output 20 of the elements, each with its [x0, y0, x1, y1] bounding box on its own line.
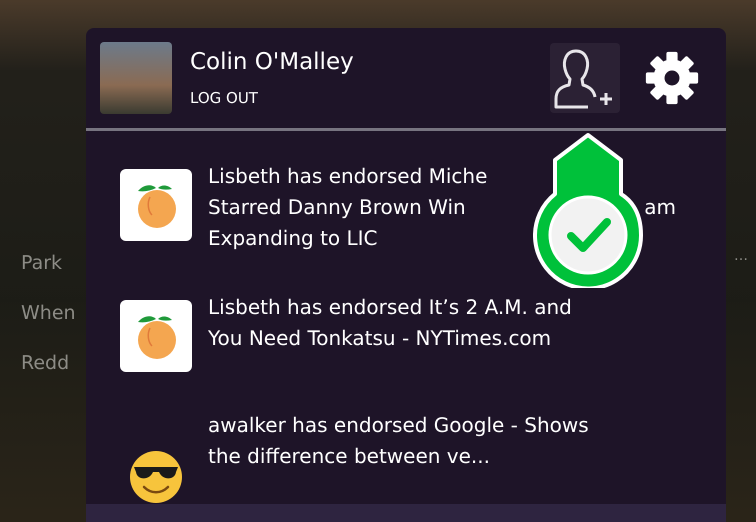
- article-title[interactable]: Park: [21, 250, 86, 276]
- peach-icon: [120, 168, 192, 241]
- notification-text[interactable]: Lisbeth has endorsed It’s 2 A.M. and: [208, 292, 572, 323]
- peach-icon: [120, 300, 192, 372]
- notification-text[interactable]: Expanding to LIC: [208, 222, 378, 254]
- user-name: Colin O'Malley: [190, 49, 355, 76]
- settings-icon[interactable]: [644, 50, 700, 106]
- article-title[interactable]: When: [21, 300, 86, 326]
- notification-text[interactable]: You Need Tonkatsu - NYTimes.com: [208, 322, 552, 354]
- add-person-icon[interactable]: [550, 43, 620, 114]
- location-check-marker-icon: [533, 132, 645, 288]
- truncation-ellipsis: …: [734, 248, 748, 266]
- notification-text[interactable]: the difference between ve...: [208, 440, 490, 472]
- notification-text[interactable]: awalker has endorsed Google - Shows: [208, 410, 589, 441]
- sunglasses-emoji-icon: [129, 450, 183, 504]
- notification-text[interactable]: Starred Danny Brown Win: [208, 192, 466, 223]
- logout-link[interactable]: LOG OUT: [190, 89, 550, 108]
- article-title[interactable]: Redd: [21, 350, 86, 376]
- notification-text[interactable]: Lisbeth has endorsed Miche: [208, 160, 488, 192]
- notification-text[interactable]: am: [644, 192, 676, 223]
